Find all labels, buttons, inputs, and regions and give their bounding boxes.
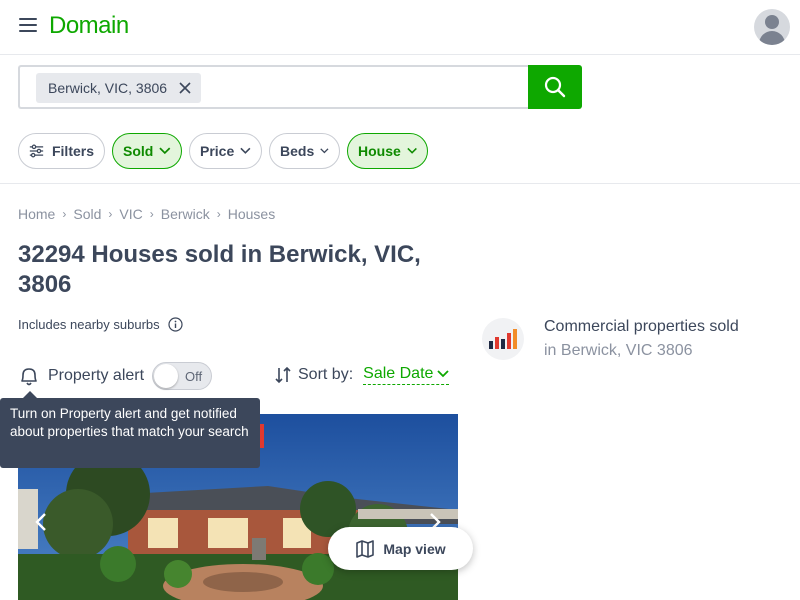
hamburger-menu-icon[interactable] <box>19 18 39 36</box>
sold-filter-button[interactable]: Sold <box>112 133 182 169</box>
beds-label: Beds <box>280 143 315 159</box>
filters-label: Filters <box>51 143 94 159</box>
breadcrumb: Home › Sold › VIC › Berwick › Houses <box>18 206 275 222</box>
property-alert-toggle[interactable]: Off <box>152 362 213 390</box>
section-divider <box>0 183 800 184</box>
location-chip-label: Berwick, VIC, 3806 <box>48 80 168 96</box>
price-label: Price <box>200 143 235 159</box>
sold-label: Sold <box>123 143 154 159</box>
chevron-right-icon: › <box>216 207 221 221</box>
domain-logo[interactable]: Domain <box>49 12 129 40</box>
breadcrumb-houses[interactable]: Houses <box>228 206 275 222</box>
toggle-state: Off <box>185 369 203 384</box>
bell-icon <box>21 368 37 386</box>
search-input[interactable]: Berwick, VIC, 3806 <box>18 65 529 109</box>
price-filter-button[interactable]: Price <box>189 133 262 169</box>
search-button[interactable] <box>528 65 582 109</box>
filters-button[interactable]: Filters <box>18 133 105 169</box>
page-title: 32294 Houses sold in Berwick, VIC, 3806 <box>18 241 421 298</box>
property-alert-tooltip: Turn on Property alert and get notified … <box>0 398 260 468</box>
sliders-icon <box>29 144 44 158</box>
nearby-suburbs-note: Includes nearby suburbs <box>18 317 183 332</box>
breadcrumb-sold[interactable]: Sold <box>73 206 101 222</box>
chevron-right-icon: › <box>149 207 154 221</box>
close-icon[interactable] <box>177 80 193 96</box>
chevron-down-icon <box>437 370 450 378</box>
info-icon[interactable] <box>168 317 183 332</box>
commercial-chart-icon <box>482 318 524 360</box>
user-avatar-icon[interactable] <box>754 9 790 45</box>
breadcrumb-berwick[interactable]: Berwick <box>161 206 210 222</box>
sort-label: Sort by: <box>298 366 354 383</box>
property-alert-row: Property alert Off <box>18 362 213 390</box>
map-view-label: Map view <box>383 540 446 557</box>
breadcrumb-vic[interactable]: VIC <box>119 206 142 222</box>
sort-control: Sort by: Sale Date <box>274 365 450 385</box>
chevron-right-icon: › <box>62 207 67 221</box>
sort-arrows-icon <box>275 366 291 384</box>
commercial-link[interactable]: Commercial properties sold <box>544 318 739 336</box>
house-label: House <box>358 143 401 159</box>
map-view-button[interactable]: Map view <box>328 527 473 570</box>
breadcrumb-home[interactable]: Home <box>18 206 55 222</box>
beds-filter-button[interactable]: Beds <box>269 133 340 169</box>
location-chip: Berwick, VIC, 3806 <box>36 73 202 103</box>
commercial-subtitle: in Berwick, VIC 3806 <box>544 342 693 359</box>
sort-value-label: Sale Date <box>363 365 434 382</box>
search-icon <box>544 76 566 98</box>
chevron-down-icon <box>407 147 417 154</box>
sort-dropdown[interactable]: Sale Date <box>363 365 450 385</box>
nearby-label: Includes nearby suburbs <box>18 317 160 332</box>
chevron-left-icon[interactable] <box>34 512 48 532</box>
chevron-down-icon <box>159 147 171 155</box>
map-icon <box>356 539 375 558</box>
house-filter-button[interactable]: House <box>347 133 428 169</box>
chevron-down-icon <box>320 148 329 154</box>
property-alert-label: Property alert <box>48 367 145 384</box>
chevron-down-icon <box>240 147 251 154</box>
chevron-right-icon: › <box>108 207 113 221</box>
site-header: Domain <box>0 0 800 55</box>
